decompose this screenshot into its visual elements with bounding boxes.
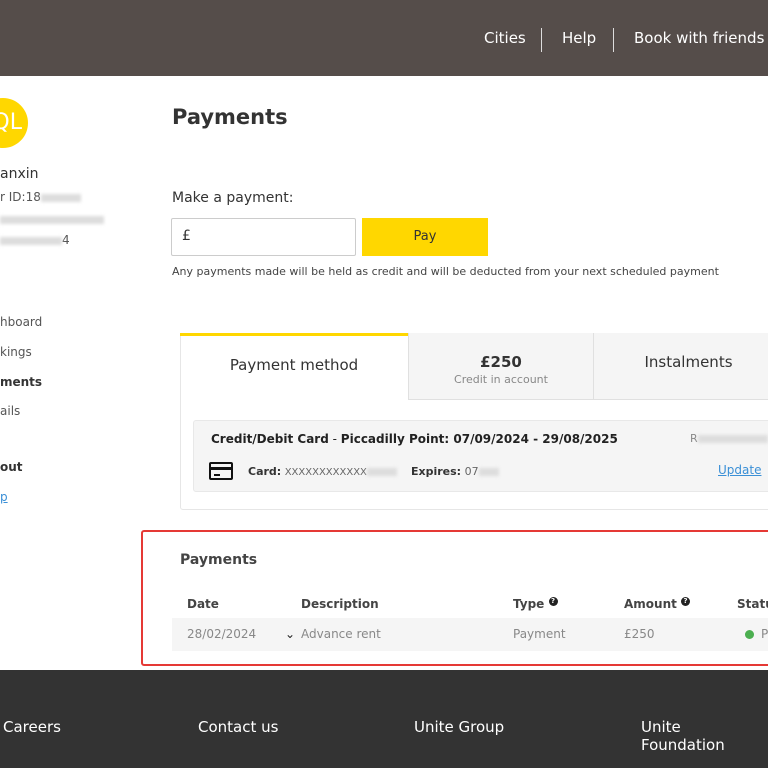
make-payment-label: Make a payment:	[172, 190, 294, 206]
expires-value: 07	[464, 465, 479, 478]
user-id: r ID:18	[0, 190, 41, 204]
check-circle-icon	[745, 630, 754, 639]
column-type: Type ?	[513, 597, 558, 611]
cell-amount: £250	[624, 627, 655, 641]
tab-label: £250	[480, 353, 522, 371]
nav-cities[interactable]: Cities	[484, 29, 526, 47]
cell-description: Advance rent	[301, 627, 381, 641]
chevron-down-icon[interactable]: ⌄	[285, 627, 295, 641]
redacted	[366, 468, 397, 476]
nav-divider	[613, 28, 614, 52]
column-label: Type	[513, 597, 545, 611]
sidebar-item-payments[interactable]: ments	[0, 375, 42, 389]
cell-type: Payment	[513, 627, 566, 641]
sidebar-item-details[interactable]: ails	[0, 404, 20, 418]
currency-symbol: £	[182, 228, 191, 244]
sidebar-item-dashboard[interactable]: hboard	[0, 315, 42, 329]
footer-careers[interactable]: Careers	[3, 718, 61, 736]
column-label: Amount	[624, 597, 677, 611]
tab-payment-method[interactable]: Payment method	[180, 333, 408, 400]
redacted	[478, 468, 499, 476]
booking-ref: R	[690, 432, 698, 445]
payment-amount-input[interactable]: £	[171, 218, 356, 256]
footer-unite-foundation[interactable]: Unite Foundation	[641, 718, 768, 754]
nav-divider	[541, 28, 542, 52]
payment-note: Any payments made will be held as credit…	[172, 265, 719, 278]
tab-label: Payment method	[229, 356, 359, 374]
payments-section-title: Payments	[180, 552, 258, 568]
credit-card-icon	[209, 462, 233, 480]
column-description: Description	[301, 597, 379, 611]
booking-period: Piccadilly Point: 07/09/2024 - 29/08/202…	[340, 432, 618, 446]
page-title: Payments	[172, 105, 288, 129]
help-icon[interactable]: ?	[548, 597, 558, 606]
nav-help[interactable]: Help	[562, 29, 596, 47]
expires-label: Expires:	[411, 465, 462, 478]
redacted-phone	[0, 236, 62, 245]
user-name: anxin	[0, 166, 39, 182]
card-panel	[193, 420, 768, 492]
avatar: QL	[0, 98, 28, 148]
sidebar-item-bookings[interactable]: kings	[0, 345, 32, 359]
column-date: Date	[187, 597, 219, 611]
update-card-link[interactable]: Update	[718, 463, 761, 477]
column-status: Status	[737, 597, 768, 611]
redacted	[40, 193, 81, 202]
nav-book-with-friends[interactable]: Book with friends	[634, 29, 764, 47]
separator: -	[328, 432, 341, 446]
footer-unite-group[interactable]: Unite Group	[414, 718, 504, 736]
cell-date: 28/02/2024	[187, 627, 257, 641]
sidebar-item-logout[interactable]: out	[0, 460, 23, 474]
footer-contact-us[interactable]: Contact us	[198, 718, 278, 736]
pay-button[interactable]: Pay	[362, 218, 488, 256]
redacted-email	[0, 215, 104, 224]
card-number: XXXXXXXXXXXX	[284, 467, 367, 478]
card-label: Card:	[248, 465, 282, 478]
tab-sublabel: Credit in account	[454, 373, 548, 386]
user-phone: 4	[62, 233, 70, 247]
tab-label: Instalments	[644, 353, 733, 371]
tab-credit[interactable]: £250 Credit in account	[408, 333, 593, 400]
column-amount: Amount ?	[624, 597, 691, 611]
cell-status: P	[761, 627, 768, 641]
card-title: Credit/Debit Card	[211, 432, 329, 446]
help-icon[interactable]: ?	[681, 597, 691, 606]
sidebar-link[interactable]: p	[0, 490, 8, 504]
tab-instalments[interactable]: Instalments	[593, 333, 768, 400]
table-row[interactable]	[172, 618, 768, 651]
redacted	[697, 435, 768, 443]
